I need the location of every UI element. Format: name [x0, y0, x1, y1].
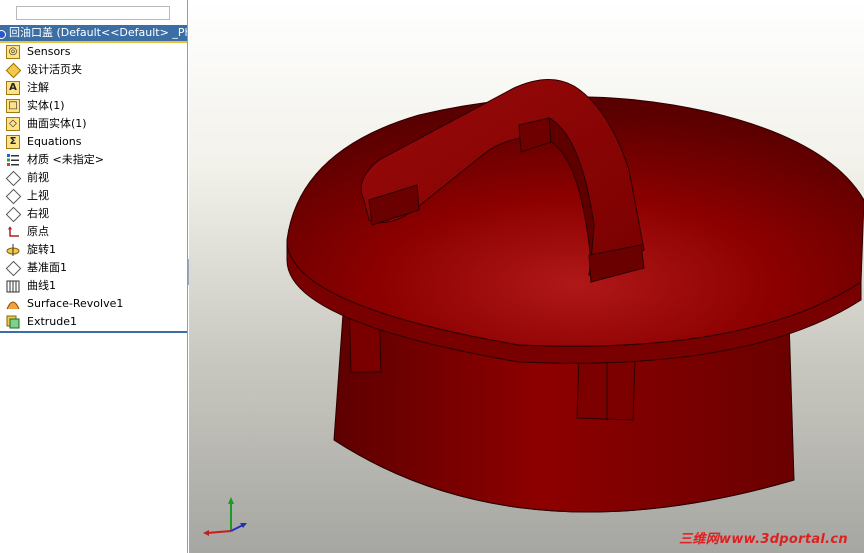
- sensor-icon: ◎: [6, 45, 20, 59]
- tree-item-curve1[interactable]: 曲线1: [6, 277, 184, 295]
- tree-item-surface-revolve1[interactable]: Surface-Revolve1: [6, 295, 184, 313]
- tree-item-label: 右视: [27, 207, 49, 220]
- tree-item-front-plane[interactable]: 前视: [6, 169, 184, 187]
- tree-item-material[interactable]: 材质 <未指定>: [6, 151, 184, 169]
- tree-item-label: 实体(1): [27, 99, 65, 112]
- triad-x-axis: [206, 530, 232, 534]
- tree-item-top-plane[interactable]: 上视: [6, 187, 184, 205]
- tree-item-label: Surface-Revolve1: [27, 297, 124, 310]
- tree-item-label: Extrude1: [27, 315, 78, 328]
- surface-revolve-icon: [6, 297, 20, 311]
- tree-item-sensors[interactable]: ◎ Sensors: [6, 43, 184, 61]
- solid-bodies-icon: □: [6, 99, 20, 113]
- graphics-viewport[interactable]: 三维网www.3dportal.cn: [189, 0, 864, 553]
- tree-item-label: 设计活页夹: [27, 63, 82, 76]
- tree-item-extrude1[interactable]: Extrude1: [6, 313, 184, 331]
- equations-icon: Σ: [6, 135, 20, 149]
- tree-item-solid-bodies[interactable]: □ 实体(1): [6, 97, 184, 115]
- annotations-icon: A: [6, 81, 20, 95]
- tree-item-label: 基准面1: [27, 261, 67, 274]
- tree-item-label: 注解: [27, 81, 49, 94]
- oil-cap-model: [286, 78, 864, 513]
- tree-item-equations[interactable]: Σ Equations: [6, 133, 184, 151]
- tree-root-part[interactable]: 回油口盖 (Default<<Default> _Phot: [0, 25, 188, 41]
- tree-item-annotations[interactable]: A 注解: [6, 79, 184, 97]
- curve-icon: [6, 279, 20, 293]
- origin-icon: [6, 225, 20, 239]
- view-orientation-triad: [203, 497, 247, 536]
- plane-icon: [6, 207, 20, 221]
- tree-filter-field[interactable]: [16, 6, 170, 20]
- tree-item-label: 曲面实体(1): [27, 117, 87, 130]
- tree-item-label: 原点: [27, 225, 49, 238]
- tree-item-plane1[interactable]: 基准面1: [6, 259, 184, 277]
- material-icon: [6, 153, 20, 167]
- extrude-icon: [6, 315, 20, 329]
- part-icon: [0, 30, 6, 39]
- tree-item-origin[interactable]: 原点: [6, 223, 184, 241]
- design-binder-icon: [6, 63, 20, 77]
- tree-item-label: 上视: [27, 189, 49, 202]
- tree-item-design-binder[interactable]: 设计活页夹: [6, 61, 184, 79]
- tree-bottom-divider: [0, 331, 187, 333]
- tree-item-surface-bodies[interactable]: ◇ 曲面实体(1): [6, 115, 184, 133]
- feature-manager-tree: 回油口盖 (Default<<Default> _Phot ◎ Sensors …: [0, 0, 188, 553]
- tree-root-label: 回油口盖 (Default<<Default> _Phot: [9, 26, 188, 39]
- tree-item-label: Equations: [27, 135, 82, 148]
- site-watermark: 三维网www.3dportal.cn: [679, 532, 848, 547]
- plane-icon: [6, 171, 20, 185]
- tree-item-label: 旋转1: [27, 243, 56, 256]
- revolve-icon: [6, 243, 20, 257]
- tree-item-label: Sensors: [27, 45, 71, 58]
- tree-item-right-plane[interactable]: 右视: [6, 205, 184, 223]
- plane-icon: [6, 261, 20, 275]
- tree-item-label: 曲线1: [27, 279, 56, 292]
- tree-item-revolve1[interactable]: 旋转1: [6, 241, 184, 259]
- tree-item-label: 材质 <未指定>: [27, 153, 104, 166]
- surface-bodies-icon: ◇: [6, 117, 20, 131]
- tree-item-label: 前视: [27, 171, 49, 184]
- plane-icon: [6, 189, 20, 203]
- triad-z-axis: [230, 524, 244, 532]
